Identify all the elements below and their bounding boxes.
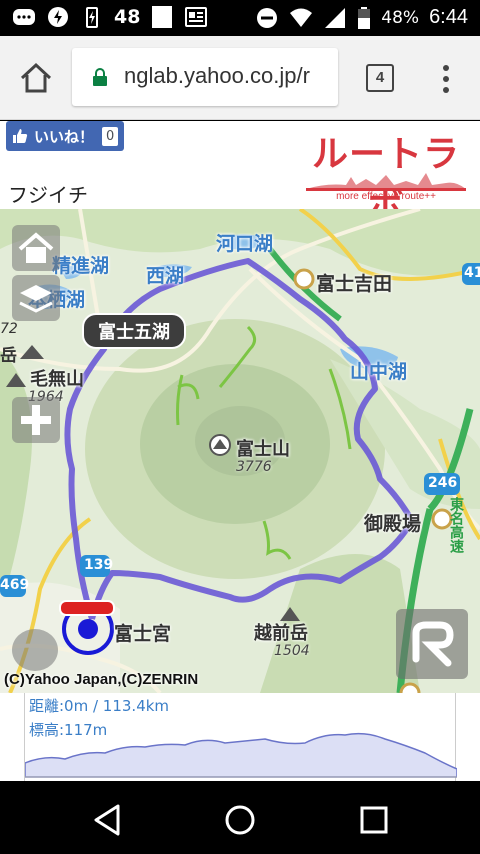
peak-label: 富士山 (236, 439, 290, 460)
signal-icon (325, 7, 346, 28)
home-icon[interactable] (18, 60, 54, 96)
home-icon (18, 232, 54, 263)
map-copyright: (C)Yahoo Japan,(C)ZENRIN (4, 671, 199, 688)
web-page: いいね！ 0 ルートラボ more effective route++ フジイチ (0, 121, 480, 781)
route-number: 246 (428, 475, 458, 491)
battery-icon (358, 6, 371, 29)
lake-label: 山中湖 (350, 361, 408, 383)
lake-label: 河口湖 (216, 233, 274, 255)
lake-label: 西湖 (146, 265, 185, 287)
map-layer-button[interactable] (12, 275, 60, 321)
news-icon (185, 7, 208, 27)
lake-label: 精進湖 (52, 255, 110, 277)
back-icon[interactable] (88, 802, 128, 838)
do-not-disturb-icon (257, 7, 278, 28)
home-nav-icon[interactable] (220, 802, 260, 838)
distance-readout: 距離:0m / 113.4km (29, 697, 170, 715)
route-number: 469 (0, 577, 30, 593)
region-label: 富士五湖 (82, 313, 186, 349)
messages-icon (13, 9, 35, 25)
expressway-label: 東名高速 (448, 497, 464, 553)
facebook-like-button[interactable]: いいね！ 0 (6, 121, 125, 151)
battery-percent: 48% (381, 7, 420, 28)
zoom-in-button[interactable] (12, 397, 60, 443)
peak-label: 毛無山 (30, 369, 84, 390)
map-home-button[interactable] (12, 225, 60, 271)
charging-icon (86, 7, 98, 28)
town-label: 富士宮 (114, 623, 172, 645)
elevation-panel[interactable]: 距離:0m / 113.4km 標高:117m (24, 693, 457, 781)
route-number: 139 (84, 557, 114, 573)
route-name: フジイチ (8, 183, 88, 207)
route-number: 41 (464, 265, 480, 281)
peak-elevation: 1504 (274, 643, 310, 659)
like-label: いいね！ (34, 127, 95, 146)
lock-icon (93, 68, 107, 86)
peak-elevation: 3776 (236, 459, 272, 475)
image-notification-icon (152, 6, 173, 28)
overflow-menu-icon[interactable] (436, 62, 456, 94)
route-lab-map-button[interactable] (396, 609, 468, 679)
like-count: 0 (102, 126, 119, 146)
url-bar[interactable]: nglab.yahoo.co.jp/r (72, 48, 338, 106)
tab-switcher-button[interactable]: 4 (366, 64, 394, 92)
recents-icon[interactable] (354, 802, 394, 838)
clock: 6:44 (429, 6, 468, 28)
status-bar: 48 48% 6:44 (0, 0, 480, 36)
skyline-icon (306, 173, 466, 191)
battery-saver-icon (48, 7, 68, 27)
url-text: nglab.yahoo.co.jp/r (124, 63, 310, 88)
system-nav-bar (0, 782, 480, 854)
route-lab-icon (412, 621, 454, 667)
town-label: 富士吉田 (316, 273, 393, 295)
route-map[interactable]: 河口湖 精進湖 西湖 本栖湖 山中湖 富士吉田 御殿場 富士宮 富士山 3776… (0, 209, 480, 693)
edge-label: 岳 (0, 346, 17, 366)
notification-count: 48 (114, 6, 141, 28)
town-label: 御殿場 (364, 513, 422, 535)
layers-icon (19, 285, 53, 313)
plus-icon (21, 405, 51, 435)
elevation-readout: 標高:117m (29, 721, 108, 739)
peak-label: 越前岳 (254, 623, 308, 644)
browser-toolbar: nglab.yahoo.co.jp/r 4 (0, 36, 480, 120)
wifi-icon (290, 8, 313, 27)
route-lab-logo[interactable]: ルートラボ more effective route++ (296, 125, 476, 227)
brand-tagline: more effective route++ (336, 191, 436, 202)
map-info-button[interactable] (12, 629, 58, 671)
route-number: 72 (0, 321, 18, 337)
thumbs-up-icon (13, 129, 28, 143)
